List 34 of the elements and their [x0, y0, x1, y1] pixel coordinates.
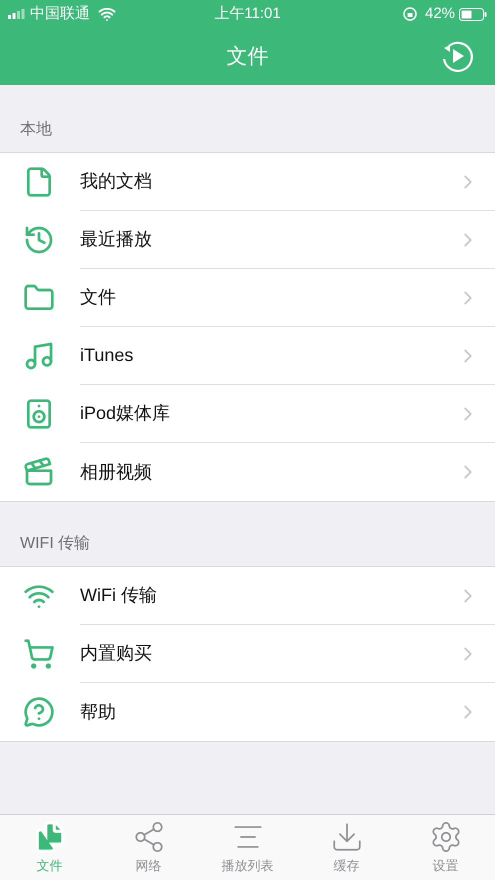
clapperboard-icon: [23, 456, 55, 488]
list-item[interactable]: 相册视频: [0, 443, 495, 501]
battery-percent: 42%: [424, 4, 456, 24]
wifi-signal-icon: [98, 5, 116, 23]
help-icon: [23, 696, 55, 728]
carrier-name: 中国联通: [30, 4, 90, 24]
list-item[interactable]: 文件: [0, 269, 495, 327]
item-label: 内置购买: [80, 642, 153, 665]
list-item[interactable]: 最近播放: [0, 211, 495, 269]
list-item[interactable]: 帮助: [0, 683, 495, 741]
replay-play-icon: [440, 39, 474, 73]
music-note-icon: [23, 340, 55, 372]
battery-icon: [459, 8, 488, 20]
nav-title: 文件: [226, 44, 268, 70]
item-label: WiFi 传输: [80, 584, 158, 607]
list-item[interactable]: iPod媒体库: [0, 385, 495, 443]
status-time: 上午11:01: [213, 4, 282, 24]
item-label: 帮助: [80, 700, 117, 724]
section-header: WIFI 传输: [19, 534, 92, 554]
section-header: 本地: [19, 120, 53, 140]
item-label: iPod媒体库: [80, 402, 172, 425]
list-item[interactable]: 我的文档: [0, 153, 495, 211]
rotation-lock-icon: [402, 7, 417, 21]
item-label: 相册视频: [80, 460, 153, 484]
item-label: iTunes: [80, 344, 134, 367]
list-item[interactable]: iTunes: [0, 327, 495, 385]
list-item[interactable]: 内置购买: [0, 625, 495, 683]
item-label: 我的文档: [80, 170, 153, 193]
list-item[interactable]: WiFi 传输: [0, 567, 495, 625]
signal-icon: [8, 9, 26, 19]
cart-icon: [23, 638, 55, 670]
item-label: 最近播放: [80, 228, 153, 251]
history-icon: [23, 224, 55, 256]
item-label: 文件: [80, 286, 117, 309]
